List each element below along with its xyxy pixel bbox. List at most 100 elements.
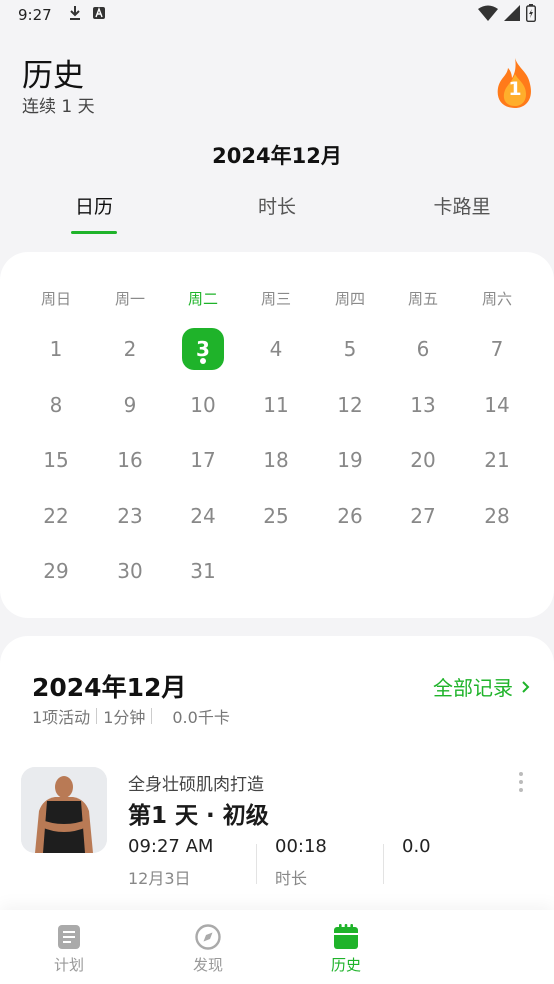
calendar-day[interactable]: 20 bbox=[386, 439, 460, 481]
calendar-day-selected[interactable]: 3 bbox=[166, 328, 240, 370]
calendar-day[interactable]: 16 bbox=[93, 439, 167, 481]
athlete-image bbox=[21, 767, 107, 853]
chevron-right-icon bbox=[522, 680, 530, 693]
calendar-day-number: 25 bbox=[263, 504, 289, 528]
calendar-day-number: 7 bbox=[490, 337, 504, 361]
calendar-day[interactable]: 27 bbox=[386, 495, 460, 537]
tab-bar: 日历 时长 卡路里 bbox=[0, 192, 554, 234]
calendar-day[interactable]: 18 bbox=[239, 439, 313, 481]
calendar-day[interactable]: 23 bbox=[93, 495, 167, 537]
tab-active-indicator bbox=[71, 231, 117, 234]
tab-calories[interactable]: 卡路里 bbox=[416, 192, 508, 234]
streak-subtitle: 连续 1 天 bbox=[22, 97, 95, 117]
stat-activities: 1项活动 bbox=[32, 708, 91, 727]
workout-time: 09:27 AM bbox=[128, 836, 214, 857]
view-all-label: 全部记录 bbox=[433, 676, 513, 700]
records-stats: 1项活动 1分钟 0.0千卡 bbox=[32, 704, 230, 728]
battery-icon bbox=[525, 4, 537, 26]
workout-calories-column: 0.0 bbox=[402, 836, 431, 857]
calendar-day[interactable]: 2 bbox=[93, 328, 167, 370]
nav-label-plan: 计划 bbox=[53, 956, 84, 974]
calendar-day[interactable]: 28 bbox=[460, 495, 534, 537]
calendar-day-number: 9 bbox=[123, 393, 137, 417]
calendar-day[interactable]: 17 bbox=[166, 439, 240, 481]
tab-calories-label: 卡路里 bbox=[433, 196, 491, 218]
calendar-day-number: 23 bbox=[117, 504, 143, 528]
calendar-day-number: 12 bbox=[337, 393, 363, 417]
calendar-day[interactable]: 26 bbox=[313, 495, 387, 537]
calendar-day-number: 8 bbox=[49, 393, 63, 417]
nav-item-plan[interactable]: 计划 bbox=[29, 924, 109, 975]
stat-divider bbox=[151, 708, 153, 724]
calendar-day[interactable]: 5 bbox=[313, 328, 387, 370]
workout-time-column: 09:27 AM 12月3日 bbox=[128, 836, 213, 889]
workout-program-name: 全身壮硕肌肉打造 bbox=[128, 775, 264, 795]
calendar-day[interactable]: 6 bbox=[386, 328, 460, 370]
column-divider bbox=[383, 844, 384, 884]
weekday-label: 周四 bbox=[334, 290, 365, 308]
calendar-day[interactable]: 4 bbox=[239, 328, 313, 370]
calendar-day[interactable]: 12 bbox=[313, 384, 387, 426]
tab-duration-label: 时长 bbox=[257, 196, 296, 218]
compass-icon bbox=[195, 924, 221, 950]
activity-dot-icon bbox=[200, 358, 206, 364]
status-right bbox=[478, 4, 537, 26]
calendar-day[interactable]: 19 bbox=[313, 439, 387, 481]
calendar-day[interactable]: 25 bbox=[239, 495, 313, 537]
calendar-day[interactable]: 22 bbox=[19, 495, 93, 537]
streak-badge[interactable]: 1 bbox=[494, 56, 536, 110]
streak-count: 1 bbox=[508, 78, 522, 100]
nav-item-history[interactable]: 历史 bbox=[306, 924, 386, 975]
nav-item-discover[interactable]: 发现 bbox=[168, 924, 248, 975]
calendar-day[interactable]: 31 bbox=[166, 550, 240, 592]
calendar-icon bbox=[334, 924, 358, 949]
plan-icon bbox=[58, 925, 80, 949]
nav-label-history: 历史 bbox=[330, 956, 361, 974]
calendar-day[interactable]: 1 bbox=[19, 328, 93, 370]
bottom-navigation: 计划 发现 历史 bbox=[0, 910, 554, 984]
workout-thumbnail bbox=[21, 767, 107, 853]
calendar-day-number: 26 bbox=[337, 504, 363, 528]
tab-calendar[interactable]: 日历 bbox=[48, 192, 140, 234]
calendar-day-number: 21 bbox=[484, 448, 510, 472]
column-divider bbox=[256, 844, 257, 884]
tab-calendar-label: 日历 bbox=[74, 196, 113, 218]
calendar-day-number: 17 bbox=[190, 448, 216, 472]
calendar-day[interactable]: 9 bbox=[93, 384, 167, 426]
calendar-day[interactable]: 13 bbox=[386, 384, 460, 426]
calendar-day[interactable]: 15 bbox=[19, 439, 93, 481]
wifi-icon bbox=[478, 5, 498, 25]
calendar-day-number: 14 bbox=[484, 393, 510, 417]
calendar-day[interactable]: 30 bbox=[93, 550, 167, 592]
more-options-icon[interactable] bbox=[512, 770, 530, 794]
signal-icon bbox=[504, 5, 520, 25]
calendar-day-number: 2 bbox=[123, 337, 137, 361]
calendar-day[interactable]: 14 bbox=[460, 384, 534, 426]
calendar-day-number: 16 bbox=[117, 448, 143, 472]
calendar-day-number: 20 bbox=[410, 448, 436, 472]
calendar-day[interactable]: 10 bbox=[166, 384, 240, 426]
calendar-day[interactable]: 24 bbox=[166, 495, 240, 537]
calendar-day[interactable]: 29 bbox=[19, 550, 93, 592]
status-bar: 9:27 bbox=[0, 0, 554, 30]
calendar-day[interactable]: 7 bbox=[460, 328, 534, 370]
weekday-label: 周三 bbox=[260, 290, 291, 308]
view-all-records-link[interactable]: 全部记录 bbox=[433, 672, 530, 701]
calendar-day-number: 13 bbox=[410, 393, 436, 417]
calendar-day-number: 1 bbox=[49, 337, 63, 361]
calendar-day[interactable]: 8 bbox=[19, 384, 93, 426]
calendar-day-number: 18 bbox=[263, 448, 289, 472]
page-title: 历史 bbox=[22, 58, 84, 94]
weekday-label: 周一 bbox=[114, 290, 145, 308]
calendar-day-number: 24 bbox=[190, 504, 216, 528]
calendar-day[interactable]: 21 bbox=[460, 439, 534, 481]
weekday-label: 周五 bbox=[407, 290, 438, 308]
calendar-day-number: 19 bbox=[337, 448, 363, 472]
weekday-label: 周日 bbox=[40, 290, 71, 308]
tab-duration[interactable]: 时长 bbox=[231, 192, 323, 234]
calendar-day-number: 28 bbox=[484, 504, 510, 528]
calendar-day[interactable]: 11 bbox=[239, 384, 313, 426]
calendar-day-number: 31 bbox=[190, 559, 216, 583]
stat-calories: 0.0千卡 bbox=[172, 708, 230, 727]
calendar-card: 周日 周一 周二 周三 周四 周五 周六 1 2 3 4 5 6 7 8 9 10 11 12 13 14… bbox=[0, 252, 554, 618]
